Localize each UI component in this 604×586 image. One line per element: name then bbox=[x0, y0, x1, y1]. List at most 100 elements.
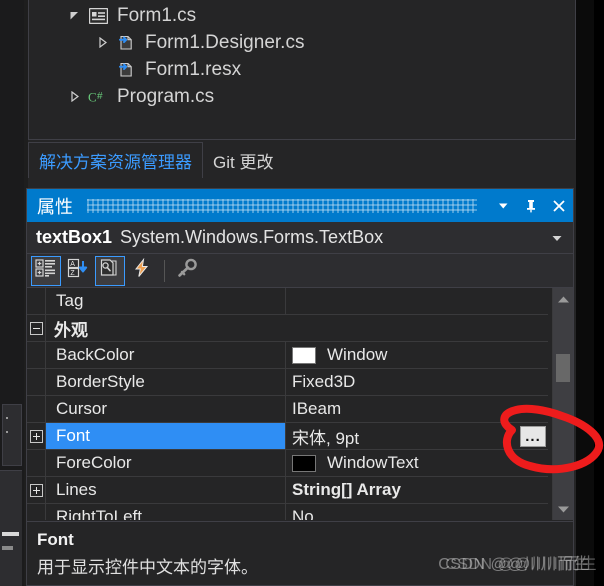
description-text: 用于显示控件中文本的字体。 bbox=[37, 558, 258, 577]
expand-plus-icon[interactable] bbox=[29, 483, 43, 497]
property-name: Tag bbox=[56, 291, 84, 310]
property-row-gutter bbox=[27, 477, 46, 503]
object-selector-row[interactable]: textBox1 System.Windows.Forms.TextBox bbox=[27, 222, 573, 254]
property-value-cell[interactable]: No bbox=[286, 504, 548, 520]
property-name-cell[interactable]: Font bbox=[46, 423, 286, 449]
properties-button[interactable] bbox=[95, 255, 125, 286]
property-name: BorderStyle bbox=[56, 372, 145, 391]
property-name-cell[interactable]: BackColor bbox=[46, 342, 286, 368]
property-row[interactable]: BorderStyle Fixed3D bbox=[27, 369, 548, 396]
property-grid[interactable]: Tag 外观 BackColor Window BorderStyle Fixed3D Cu… bbox=[27, 288, 573, 520]
property-value: 宋体, 9pt bbox=[292, 428, 360, 448]
chevron-down-icon[interactable] bbox=[489, 189, 517, 222]
events-button[interactable] bbox=[127, 256, 157, 286]
dock-tab-strip: 解决方案资源管理器 Git 更改 bbox=[28, 142, 576, 178]
property-name: RightToLeft bbox=[56, 507, 142, 520]
property-row[interactable]: Tag bbox=[27, 288, 548, 315]
key-icon bbox=[176, 258, 198, 283]
right-edge-area bbox=[594, 0, 604, 586]
property-row-gutter bbox=[27, 423, 46, 449]
property-value-cell[interactable]: String[] Array bbox=[286, 477, 548, 503]
cs-file-icon bbox=[113, 61, 139, 79]
expand-arrow-right-icon[interactable] bbox=[91, 37, 113, 48]
alphabetical-button[interactable]: A Z bbox=[63, 256, 93, 286]
tree-item-form1-resx[interactable]: Form1.resx bbox=[91, 56, 241, 83]
property-row-gutter bbox=[27, 342, 46, 368]
property-value-cell[interactable]: Window bbox=[286, 342, 548, 368]
form-icon bbox=[85, 7, 111, 24]
property-name-cell[interactable]: ForeColor bbox=[46, 450, 286, 476]
property-name: Font bbox=[56, 426, 91, 445]
property-row[interactable]: Cursor IBeam bbox=[27, 396, 548, 423]
tree-item-label: Form1.cs bbox=[117, 4, 197, 26]
expand-arrow-down-icon[interactable] bbox=[63, 10, 85, 21]
object-selector-chevron-down-icon[interactable] bbox=[551, 232, 573, 244]
property-row[interactable]: BackColor Window bbox=[27, 342, 548, 369]
scrollbar-thumb[interactable] bbox=[556, 354, 570, 382]
close-icon[interactable] bbox=[545, 189, 573, 222]
tree-item-form1-designer-cs[interactable]: Form1.Designer.cs bbox=[91, 29, 304, 56]
tree-item-form1-cs[interactable]: Form1.cs bbox=[63, 2, 196, 29]
tree-item-program-cs[interactable]: C # Program.cs bbox=[63, 83, 214, 110]
property-value: WindowText bbox=[327, 453, 419, 472]
background-line bbox=[2, 532, 19, 536]
ellipsis-button[interactable]: ... bbox=[520, 426, 546, 447]
svg-text:A: A bbox=[70, 261, 75, 268]
property-grid-scrollbar[interactable] bbox=[552, 288, 573, 520]
background-dot bbox=[6, 431, 8, 433]
categorized-button[interactable] bbox=[31, 255, 61, 286]
property-value-cell[interactable] bbox=[286, 288, 548, 314]
background-panel-top bbox=[2, 404, 22, 466]
property-value-cell[interactable]: Fixed3D bbox=[286, 369, 548, 395]
properties-title-bar[interactable]: 属性 bbox=[27, 189, 573, 222]
property-value-cell[interactable]: 宋体, 9pt... bbox=[286, 423, 548, 449]
tab-solution-explorer[interactable]: 解决方案资源管理器 bbox=[28, 142, 203, 178]
property-row[interactable]: RightToLeft No bbox=[27, 504, 548, 520]
property-name-cell[interactable]: RightToLeft bbox=[46, 504, 286, 520]
svg-text:#: # bbox=[97, 91, 103, 102]
collapse-minus-icon[interactable] bbox=[29, 321, 43, 335]
property-pages-button[interactable] bbox=[172, 256, 202, 286]
titlebar-grip[interactable] bbox=[87, 198, 477, 213]
property-row[interactable]: ForeColor WindowText bbox=[27, 450, 548, 477]
expand-plus-icon[interactable] bbox=[29, 429, 43, 443]
property-value-cell[interactable]: WindowText bbox=[286, 450, 548, 476]
property-value: Window bbox=[327, 345, 388, 364]
tab-label: 解决方案资源管理器 bbox=[39, 153, 192, 172]
selected-object-name: textBox1 bbox=[36, 227, 113, 247]
tab-git-changes[interactable]: Git 更改 bbox=[203, 142, 283, 178]
sort-az-icon: A Z bbox=[67, 258, 89, 283]
background-line bbox=[2, 546, 13, 550]
svg-text:C: C bbox=[88, 89, 97, 104]
property-name: Lines bbox=[56, 480, 97, 499]
property-value-cell[interactable] bbox=[286, 315, 548, 341]
property-row-gutter bbox=[27, 450, 46, 476]
property-value-cell[interactable]: IBeam bbox=[286, 396, 548, 422]
properties-page-icon bbox=[99, 258, 121, 283]
property-name-cell[interactable]: BorderStyle bbox=[46, 369, 286, 395]
property-name-cell[interactable]: Lines bbox=[46, 477, 286, 503]
tree-item-label: Form1.resx bbox=[145, 58, 242, 80]
scroll-up-arrow-icon[interactable] bbox=[553, 289, 573, 309]
property-row[interactable]: Font 宋体, 9pt... bbox=[27, 423, 548, 450]
property-name-cell[interactable]: Tag bbox=[46, 288, 286, 314]
property-name-cell[interactable]: 外观 bbox=[46, 315, 286, 341]
property-grid-rows: Tag 外观 BackColor Window BorderStyle Fixed3D Cu… bbox=[27, 288, 548, 520]
background-dot bbox=[6, 417, 8, 419]
property-name: ForeColor bbox=[56, 453, 132, 472]
properties-window: 属性 textBox1 System.Windows.Forms.TextBox… bbox=[26, 188, 574, 586]
background-panel-bottom bbox=[0, 470, 22, 586]
screenshot-root: Form1.cs Form1.Designer.cs Form1.resx C … bbox=[0, 0, 604, 586]
property-value: Fixed3D bbox=[292, 372, 356, 391]
property-name-cell[interactable]: Cursor bbox=[46, 396, 286, 422]
cs-file-icon bbox=[113, 34, 139, 52]
property-row[interactable]: 外观 bbox=[27, 315, 548, 342]
property-row-gutter bbox=[27, 396, 46, 422]
solution-explorer-panel: Form1.cs Form1.Designer.cs Form1.resx C … bbox=[28, 0, 576, 140]
pin-icon[interactable] bbox=[517, 189, 545, 222]
scroll-down-arrow-icon[interactable] bbox=[553, 499, 573, 519]
selected-object-type: System.Windows.Forms.TextBox bbox=[120, 227, 384, 247]
property-row[interactable]: Lines String[] Array bbox=[27, 477, 548, 504]
svg-text:Z: Z bbox=[70, 270, 75, 277]
expand-arrow-right-icon[interactable] bbox=[63, 91, 85, 102]
